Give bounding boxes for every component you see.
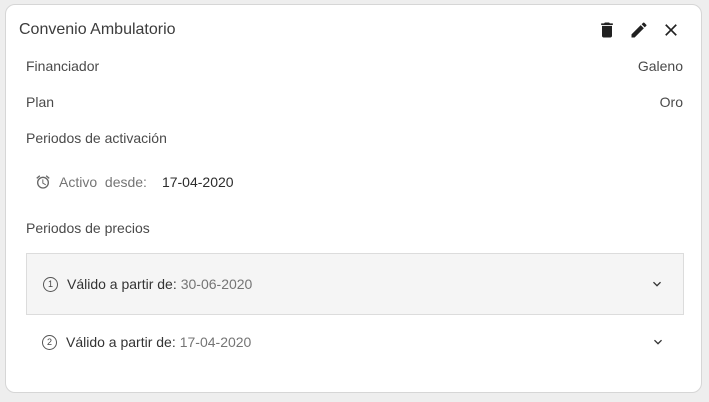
price-period-label: Válido a partir de: — [67, 276, 177, 292]
plan-label: Plan — [26, 94, 55, 110]
agreement-card: Convenio Ambulatorio Financiador Galeno … — [5, 4, 702, 393]
price-period-date: 17-04-2020 — [179, 334, 252, 350]
plan-row: Plan Oro — [26, 94, 683, 110]
card-actions — [595, 20, 683, 44]
price-period-item[interactable]: 1 Válido a partir de: 30-06-2020 — [26, 253, 684, 315]
active-since-line: Activo desde: 17-04-2020 — [35, 174, 234, 190]
price-period-item[interactable]: 2 Válido a partir de: 17-04-2020 — [26, 317, 684, 367]
price-period-label: Válido a partir de: — [66, 334, 176, 350]
financiador-value: Galeno — [637, 58, 683, 74]
pencil-icon — [629, 20, 649, 45]
alarm-icon — [35, 174, 51, 190]
activation-section-label: Periodos de activación — [26, 130, 167, 146]
number-one-icon: 1 — [43, 276, 58, 292]
close-icon — [661, 20, 681, 45]
edit-button[interactable] — [627, 20, 651, 44]
financiador-label: Financiador — [26, 58, 100, 74]
prices-section-label: Periodos de precios — [26, 220, 150, 236]
price-period-date: 30-06-2020 — [180, 276, 253, 292]
number-two-icon: 2 — [42, 334, 57, 350]
financiador-row: Financiador Galeno — [26, 58, 683, 74]
chevron-down-icon[interactable] — [649, 276, 665, 292]
trash-icon — [597, 20, 617, 45]
delete-button[interactable] — [595, 20, 619, 44]
plan-value: Oro — [659, 94, 683, 110]
active-since-date: 17-04-2020 — [161, 174, 234, 190]
close-button[interactable] — [659, 20, 683, 44]
chevron-down-icon[interactable] — [650, 334, 666, 350]
card-title: Convenio Ambulatorio — [19, 21, 176, 38]
active-since-label: Activo desde: — [59, 174, 147, 190]
